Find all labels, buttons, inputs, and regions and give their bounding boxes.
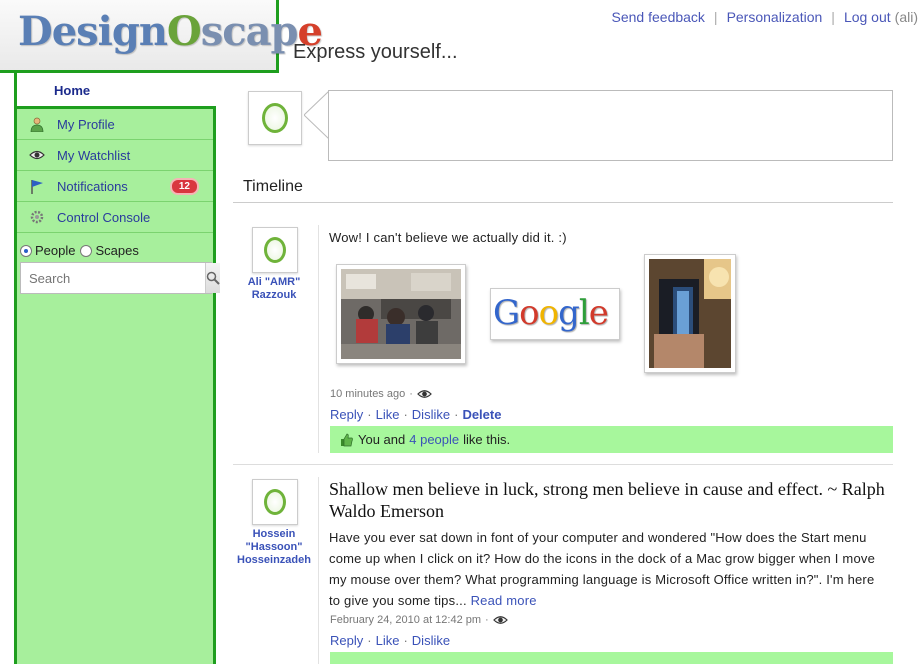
- site-logo[interactable]: DesignOscape: [0, 0, 323, 73]
- divider: [318, 477, 319, 664]
- post-text: Have you ever sat down in font of your c…: [329, 527, 884, 611]
- dislike-link[interactable]: Dislike: [412, 633, 450, 648]
- avatar-placeholder-icon: [262, 103, 288, 133]
- post-timestamp: 10 minutes ago: [330, 388, 406, 400]
- like-link[interactable]: Like: [376, 407, 400, 422]
- top-links: Send feedback | Personalization | Log out (al…: [612, 9, 918, 25]
- page-heading: Express yourself...: [293, 41, 458, 63]
- post-photo[interactable]: [644, 254, 736, 373]
- eye-icon: [29, 147, 45, 163]
- logout-link[interactable]: Log out: [844, 9, 891, 25]
- search-box: [20, 262, 220, 294]
- post-author[interactable]: Ali "AMR" Razzouk: [229, 276, 319, 302]
- post-quote: Shallow men believe in luck, strong men …: [329, 479, 885, 521]
- eye-icon[interactable]: [492, 615, 508, 625]
- author-name-line: Hossein: [252, 528, 296, 540]
- likes-suffix: like this.: [463, 432, 511, 447]
- read-more-link[interactable]: Read more: [471, 593, 537, 608]
- send-feedback-link[interactable]: Send feedback: [612, 9, 705, 25]
- likes-bar: [330, 652, 893, 664]
- sidebar-item-home[interactable]: Home: [14, 73, 216, 107]
- sidebar-item-label: My Watchlist: [57, 147, 131, 163]
- post-actions: Reply · Like · Dislike: [330, 633, 451, 648]
- flag-icon: [29, 178, 45, 194]
- thumbs-up-icon: [341, 433, 353, 446]
- google-logo-image: Google: [493, 293, 609, 333]
- notification-badge: 12: [169, 178, 199, 195]
- divider: [318, 225, 319, 453]
- search-mode: People Scapes: [17, 233, 213, 258]
- sidebar-item-my-profile[interactable]: My Profile: [17, 109, 213, 140]
- scapes-radio[interactable]: [80, 244, 93, 257]
- search-icon: [206, 271, 220, 285]
- composer-avatar[interactable]: [248, 91, 302, 145]
- separator: |: [831, 9, 835, 25]
- post-meta: February 24, 2010 at 12:42 pm ·: [330, 614, 508, 626]
- post-actions: Reply · Like · Dislike · Delete: [330, 407, 502, 422]
- likes-prefix: You and: [358, 432, 406, 447]
- people-radio-label: People: [35, 243, 76, 258]
- author-name-line: "Hassoon": [245, 541, 303, 553]
- author-name-line: Hosseinzadeh: [237, 554, 311, 566]
- delete-link[interactable]: Delete: [462, 407, 501, 422]
- post-author[interactable]: Hossein "Hassoon" Hosseinzadeh: [229, 528, 319, 567]
- divider: [233, 464, 893, 465]
- post-photo[interactable]: [336, 264, 466, 364]
- divider: [233, 202, 893, 203]
- gear-icon: [29, 209, 45, 225]
- post-text: Wow! I can't believe we actually did it.…: [329, 230, 567, 245]
- post-photo[interactable]: Google: [490, 288, 620, 340]
- author-name-line: Ali "AMR": [247, 276, 301, 288]
- like-link[interactable]: Like: [376, 633, 400, 648]
- timeline-heading: Timeline: [243, 178, 303, 195]
- avatar-placeholder-icon: [264, 489, 286, 515]
- author-name-line: Razzouk: [251, 289, 297, 301]
- phone-box-photo-image: [649, 259, 731, 368]
- sidebar-item-control-console[interactable]: Control Console: [17, 202, 213, 233]
- post-timestamp: February 24, 2010 at 12:42 pm: [330, 614, 482, 626]
- sidebar-item-label: My Profile: [57, 116, 115, 132]
- search-input[interactable]: [21, 263, 205, 293]
- post-body: Have you ever sat down in font of your c…: [329, 530, 876, 608]
- post-author-avatar[interactable]: [252, 479, 298, 525]
- dislike-link[interactable]: Dislike: [412, 407, 450, 422]
- reply-link[interactable]: Reply: [330, 633, 363, 648]
- status-composer-input[interactable]: [328, 90, 893, 161]
- current-user: (ali): [894, 9, 918, 25]
- separator: |: [713, 9, 718, 25]
- post-author-avatar[interactable]: [252, 227, 298, 273]
- likes-bar: You and 4 people like this.: [330, 426, 893, 453]
- people-radio[interactable]: [20, 244, 32, 257]
- sidebar: My Profile My Watchlist Notifications 12…: [14, 106, 220, 664]
- post-meta: 10 minutes ago ·: [330, 388, 432, 400]
- logo-text: DesignOscape: [18, 8, 323, 55]
- likes-people-link[interactable]: 4 people: [409, 432, 459, 447]
- sidebar-item-label: Notifications: [57, 178, 128, 194]
- scapes-radio-label: Scapes: [95, 243, 139, 258]
- eye-icon[interactable]: [417, 389, 432, 399]
- composer-arrow: [304, 91, 329, 139]
- sidebar-item-my-watchlist[interactable]: My Watchlist: [17, 140, 213, 171]
- search-button[interactable]: [205, 263, 220, 293]
- profile-icon: [29, 116, 45, 132]
- personalization-link[interactable]: Personalization: [727, 9, 823, 25]
- crowd-photo-image: [341, 269, 461, 359]
- home-label: Home: [54, 83, 91, 98]
- avatar-placeholder-icon: [264, 237, 286, 263]
- reply-link[interactable]: Reply: [330, 407, 363, 422]
- sidebar-item-notifications[interactable]: Notifications 12: [17, 171, 213, 202]
- sidebar-item-label: Control Console: [57, 209, 151, 225]
